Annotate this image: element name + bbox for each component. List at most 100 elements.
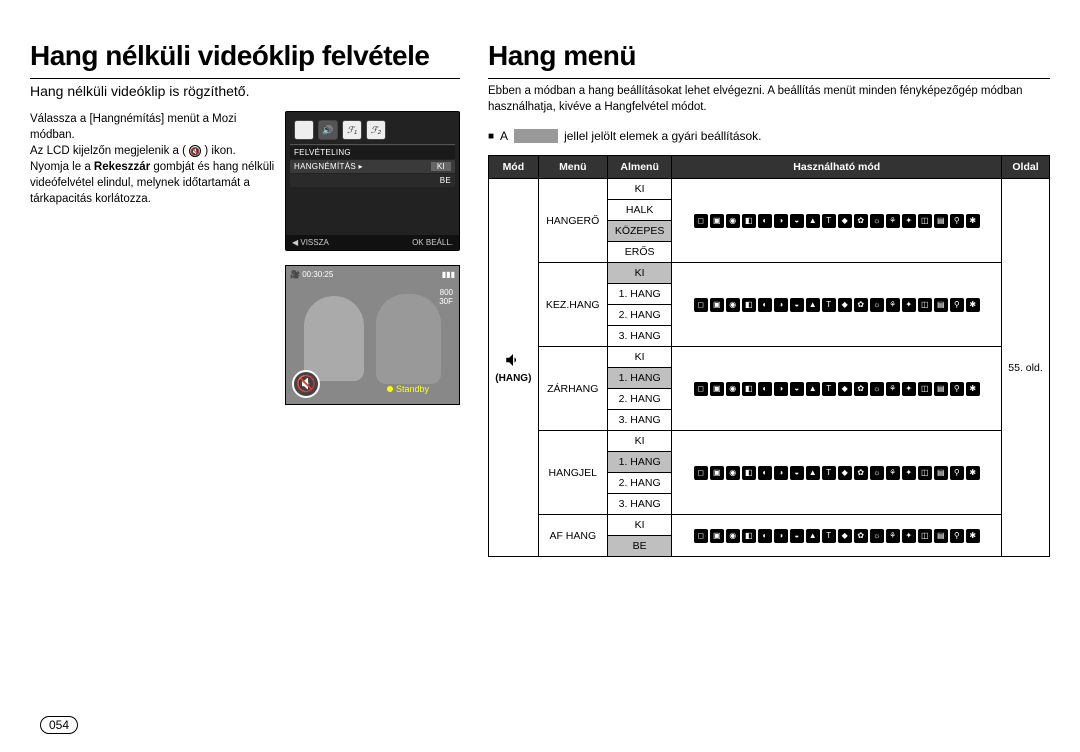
mode-icon: ⚘ bbox=[886, 466, 900, 480]
mode-icon: ◒ bbox=[790, 298, 804, 312]
mode-icon: ☼ bbox=[870, 214, 884, 228]
mode-icon: ✿ bbox=[854, 466, 868, 480]
submenu-cell: KI bbox=[607, 347, 672, 368]
mode-icon: ◧ bbox=[742, 298, 756, 312]
submenu-cell: 2. HANG bbox=[607, 305, 672, 326]
camera-icon bbox=[294, 120, 314, 140]
page-number: 054 bbox=[40, 716, 78, 734]
sound-settings-table: Mód Menü Almenü Használható mód Oldal (H… bbox=[488, 155, 1050, 557]
right-column: Hang menü Ebben a módban a hang beállítá… bbox=[488, 40, 1050, 557]
usable-modes-cell: ◻▣◉◧◐◑◒▲T◆✿☼⚘✦◫▤⚲✱ bbox=[672, 431, 1002, 515]
mode-icon: ◆ bbox=[838, 382, 852, 396]
tool2-icon: ℱ₂ bbox=[366, 120, 386, 140]
para3: Nyomja le a Rekeszzár gombját és hang né… bbox=[30, 159, 275, 207]
mode-icon: ✱ bbox=[966, 466, 980, 480]
mode-icon: ✿ bbox=[854, 298, 868, 312]
table-row: HANGJELKI◻▣◉◧◐◑◒▲T◆✿☼⚘✦◫▤⚲✱ bbox=[489, 431, 1050, 452]
video-preview-screenshot: 🎥 00:30:25 ▮▮▮ 800 30F Standby 🔇 bbox=[285, 265, 460, 405]
mode-icon: T bbox=[822, 298, 836, 312]
mode-icon: ◉ bbox=[726, 382, 740, 396]
tool1-icon: ℱ₁ bbox=[342, 120, 362, 140]
mode-icon: ◫ bbox=[918, 214, 932, 228]
fps-badge: 30F bbox=[439, 297, 453, 306]
col-almenu: Almenü bbox=[607, 156, 672, 179]
submenu-cell: KÖZEPES bbox=[607, 221, 672, 242]
left-subtitle: Hang nélküli videóklip is rögzíthető. bbox=[30, 78, 460, 99]
speaker-icon: 🔊 bbox=[318, 120, 338, 140]
table-row: ZÁRHANGKI◻▣◉◧◐◑◒▲T◆✿☼⚘✦◫▤⚲✱ bbox=[489, 347, 1050, 368]
mode-icon: ◆ bbox=[838, 214, 852, 228]
mode-icon: ◻ bbox=[694, 298, 708, 312]
mode-icon: ◐ bbox=[758, 382, 772, 396]
menu-label-cell: KEZ.HANG bbox=[538, 263, 607, 347]
mode-icon: ◉ bbox=[726, 298, 740, 312]
mode-icon: ☼ bbox=[870, 466, 884, 480]
table-row: AF HANGKI◻▣◉◧◐◑◒▲T◆✿☼⚘✦◫▤⚲✱ bbox=[489, 515, 1050, 536]
mode-icon: ◫ bbox=[918, 466, 932, 480]
mode-icon: ⚲ bbox=[950, 466, 964, 480]
bullet-icon: ■ bbox=[488, 131, 494, 142]
mode-icon: ⚘ bbox=[886, 214, 900, 228]
mode-icon: ◒ bbox=[790, 382, 804, 396]
mode-icon: ✱ bbox=[966, 214, 980, 228]
mode-icon: ◐ bbox=[758, 298, 772, 312]
mode-icon: ◑ bbox=[774, 298, 788, 312]
mode-icon: ✿ bbox=[854, 382, 868, 396]
mode-icon: ◉ bbox=[726, 466, 740, 480]
mode-icon: ◆ bbox=[838, 466, 852, 480]
submenu-cell: KI bbox=[607, 263, 672, 284]
submenu-cell: BE bbox=[607, 536, 672, 557]
mode-icon: T bbox=[822, 529, 836, 543]
mode-icon: ☼ bbox=[870, 298, 884, 312]
col-mod: Mód bbox=[489, 156, 539, 179]
standby-indicator: Standby bbox=[387, 384, 429, 394]
mode-icon: ◒ bbox=[790, 214, 804, 228]
mode-icon: ▲ bbox=[806, 529, 820, 543]
mode-icon: ◒ bbox=[790, 529, 804, 543]
mode-icon: ☼ bbox=[870, 382, 884, 396]
submenu-cell: 3. HANG bbox=[607, 410, 672, 431]
mode-icon: ◫ bbox=[918, 382, 932, 396]
para2: Az LCD kijelzőn megjelenik a ( 🔇 ) ikon. bbox=[30, 143, 275, 159]
mode-icon: ▣ bbox=[710, 298, 724, 312]
mode-icon: T bbox=[822, 466, 836, 480]
mode-icon: ✦ bbox=[902, 466, 916, 480]
mode-icon: ▤ bbox=[934, 214, 948, 228]
lcd-menu-title: FELVÉTELING bbox=[290, 146, 455, 159]
submenu-cell: 3. HANG bbox=[607, 326, 672, 347]
mute-circle-icon: 🔇 bbox=[292, 370, 320, 398]
mode-icon: T bbox=[822, 382, 836, 396]
mode-icon: ▣ bbox=[710, 529, 724, 543]
mode-icon: ◐ bbox=[758, 529, 772, 543]
mode-icon: ✦ bbox=[902, 529, 916, 543]
left-title: Hang nélküli videóklip felvétele bbox=[30, 40, 460, 72]
mode-cell: (HANG) bbox=[489, 179, 539, 557]
mode-icon: ⚲ bbox=[950, 298, 964, 312]
submenu-cell: KI bbox=[607, 515, 672, 536]
mode-icon: ◧ bbox=[742, 529, 756, 543]
mode-icon: ◻ bbox=[694, 466, 708, 480]
left-column: Hang nélküli videóklip felvétele Hang né… bbox=[30, 40, 460, 557]
mode-icon: ◻ bbox=[694, 382, 708, 396]
mode-icon: ◑ bbox=[774, 529, 788, 543]
usable-modes-cell: ◻▣◉◧◐◑◒▲T◆✿☼⚘✦◫▤⚲✱ bbox=[672, 515, 1002, 557]
left-body-text: Válassza a [Hangnémítás] menüt a Mozi mó… bbox=[30, 111, 275, 405]
mode-icon: ▲ bbox=[806, 298, 820, 312]
mode-icon: ✿ bbox=[854, 214, 868, 228]
usable-modes-cell: ◻▣◉◧◐◑◒▲T◆✿☼⚘✦◫▤⚲✱ bbox=[672, 179, 1002, 263]
mode-icon: ☼ bbox=[870, 529, 884, 543]
default-swatch bbox=[514, 129, 558, 143]
table-row: KEZ.HANGKI◻▣◉◧◐◑◒▲T◆✿☼⚘✦◫▤⚲✱ bbox=[489, 263, 1050, 284]
mode-icon: ⚲ bbox=[950, 382, 964, 396]
mode-icon: ◧ bbox=[742, 382, 756, 396]
mode-icon: ✱ bbox=[966, 298, 980, 312]
mode-icon: ▣ bbox=[710, 466, 724, 480]
mode-icon: ◒ bbox=[790, 466, 804, 480]
usable-modes-cell: ◻▣◉◧◐◑◒▲T◆✿☼⚘✦◫▤⚲✱ bbox=[672, 347, 1002, 431]
mode-icon: ◑ bbox=[774, 382, 788, 396]
mode-icon: ◉ bbox=[726, 214, 740, 228]
submenu-cell: KI bbox=[607, 179, 672, 200]
mode-icon: T bbox=[822, 214, 836, 228]
battery-icon: ▮▮▮ bbox=[442, 270, 455, 279]
mode-icon: ✱ bbox=[966, 382, 980, 396]
